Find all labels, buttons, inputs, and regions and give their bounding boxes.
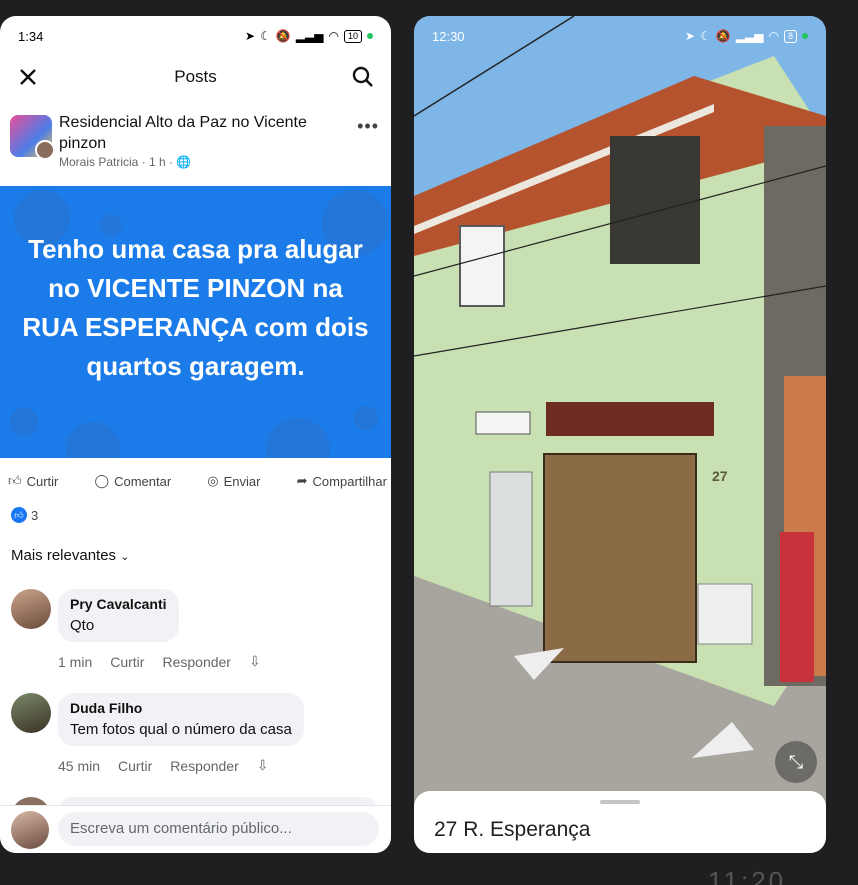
post-actions: 👍︎ Curtir ◯ Comentar ◎ Enviar ➦ Compartilhar [8, 470, 387, 492]
comment-time: 1 min [58, 653, 93, 670]
post-text-card: Tenho uma casa pra alugar no VICENTE PIN… [0, 186, 391, 458]
facebook-post-screen: 1:34 ➤ ☾ 🔕 ▂▃▅ ◠ 10 Posts Residencial Al… [0, 16, 391, 853]
status-time: 12:30 [432, 28, 465, 44]
signal-icon: ▂▃▅ [295, 29, 324, 43]
comment-like-link[interactable]: Curtir [110, 654, 144, 670]
share-button[interactable]: ➦ Compartilhar [297, 470, 387, 492]
group-name[interactable]: Residencial Alto da Paz no Vicente pinzo… [59, 112, 349, 154]
status-bar: 12:30 ➤ ☾ 🔕 ▂▃▅ ◠ 8 [414, 16, 826, 56]
privacy-dot [367, 33, 373, 39]
comment-bubble: Pry Cavalcanti Qto [58, 589, 179, 642]
author-avatar [35, 140, 55, 160]
downvote-icon[interactable]: ⇩ [249, 653, 261, 670]
search-icon[interactable] [351, 65, 375, 89]
status-bar: 1:34 ➤ ☾ 🔕 ▂▃▅ ◠ 10 [0, 16, 391, 56]
post-text: Tenho uma casa pra alugar no VICENTE PIN… [22, 234, 369, 381]
bottom-clock: 11:20 [708, 866, 787, 885]
house-number: 27 [712, 468, 728, 484]
signal-icon: ▂▃▅ [735, 29, 764, 43]
battery-icon: 8 [783, 29, 797, 43]
collapse-view-button[interactable]: ⤡ [775, 741, 817, 783]
comment-reply-link[interactable]: Responder [162, 654, 231, 670]
comment-composer: Escreva um comentário público... [0, 805, 391, 853]
comment-icon: ◯ [94, 473, 110, 488]
like-reaction-icon: 👍︎ [11, 507, 27, 523]
mute-icon: 🔕 [275, 29, 291, 43]
comment-reply-link[interactable]: Responder [170, 758, 239, 774]
place-title: 27 R. Esperança [434, 818, 591, 841]
like-label: Curtir [26, 473, 59, 489]
street-view-image[interactable] [414, 16, 826, 853]
sort-dropdown[interactable]: Mais relevantes ⌄ [11, 547, 129, 564]
reactions-summary[interactable]: 👍︎ 3 [11, 507, 38, 523]
mute-icon: 🔕 [715, 29, 731, 43]
avatar [11, 811, 49, 849]
top-bar: Posts [0, 60, 391, 94]
thumbs-up-icon: 👍︎ [8, 473, 22, 488]
post-meta: Morais Patricia · 1 h · 🌐 [59, 155, 192, 169]
like-button[interactable]: 👍︎ Curtir [8, 470, 58, 492]
comment-meta: 1 min Curtir Responder ⇩ [58, 653, 261, 670]
comment-meta: 45 min Curtir Responder ⇩ [58, 757, 269, 774]
comment-text: Tem fotos qual o número da casa [70, 721, 292, 738]
incognito-icon [10, 408, 38, 436]
page-title: Posts [174, 67, 217, 86]
post-header: Residencial Alto da Paz no Vicente pinzo… [10, 112, 381, 176]
author-name[interactable]: Morais Patricia [59, 155, 138, 169]
comment-button[interactable]: ◯ Comentar [95, 470, 172, 492]
close-icon[interactable] [16, 65, 40, 89]
moon-icon: ☾ [260, 29, 271, 43]
comment-text: Qto [70, 617, 95, 634]
status-time: 1:34 [18, 28, 44, 44]
moon-icon: ☾ [700, 29, 711, 43]
avatar[interactable] [11, 589, 51, 629]
comment-bubble: Duda Filho Tem fotos qual o número da ca… [58, 693, 304, 746]
comment-time: 45 min [58, 757, 101, 774]
commenter-name[interactable]: Duda Filho [70, 700, 292, 716]
wifi-icon: ◠ [768, 29, 779, 43]
comment-input[interactable]: Escreva um comentário público... [58, 812, 379, 846]
privacy-dot [802, 33, 808, 39]
comment-like-link[interactable]: Curtir [118, 758, 152, 774]
battery-icon: 10 [343, 29, 362, 43]
incognito-icon [354, 406, 378, 430]
commenter-name[interactable]: Pry Cavalcanti [70, 596, 167, 612]
chevron-down-icon: ⌄ [120, 551, 130, 563]
post-time: 1 h [149, 155, 166, 169]
more-options-icon[interactable]: ••• [357, 116, 379, 137]
sheet-handle[interactable] [600, 800, 640, 804]
location-icon: ➤ [685, 29, 696, 43]
send-label: Enviar [223, 473, 261, 489]
status-icons: ➤ ☾ 🔕 ▂▃▅ ◠ 10 [245, 29, 373, 43]
location-icon: ➤ [245, 29, 256, 43]
group-avatar[interactable] [10, 115, 55, 160]
reaction-count: 3 [31, 507, 39, 523]
sort-label: Mais relevantes [11, 547, 117, 564]
incognito-icon [66, 422, 120, 458]
globe-icon: 🌐 [176, 155, 192, 169]
send-button[interactable]: ◎ Enviar [207, 470, 260, 492]
downvote-icon[interactable]: ⇩ [257, 757, 269, 774]
comment-label: Comentar [114, 473, 172, 489]
incognito-icon [266, 418, 330, 458]
wifi-icon: ◠ [328, 29, 339, 43]
share-icon: ➦ [296, 473, 308, 488]
share-label: Compartilhar [312, 473, 387, 489]
avatar[interactable] [11, 693, 51, 733]
street-view-screen: 12:30 ➤ ☾ 🔕 ▂▃▅ ◠ 8 27 ⤡ 27 R. Esperança [414, 16, 826, 853]
status-icons: ➤ ☾ 🔕 ▂▃▅ ◠ 8 [685, 29, 808, 43]
place-sheet[interactable]: 27 R. Esperança [414, 791, 826, 853]
messenger-icon: ◎ [207, 473, 219, 488]
collapse-icon: ⤡ [788, 751, 804, 772]
